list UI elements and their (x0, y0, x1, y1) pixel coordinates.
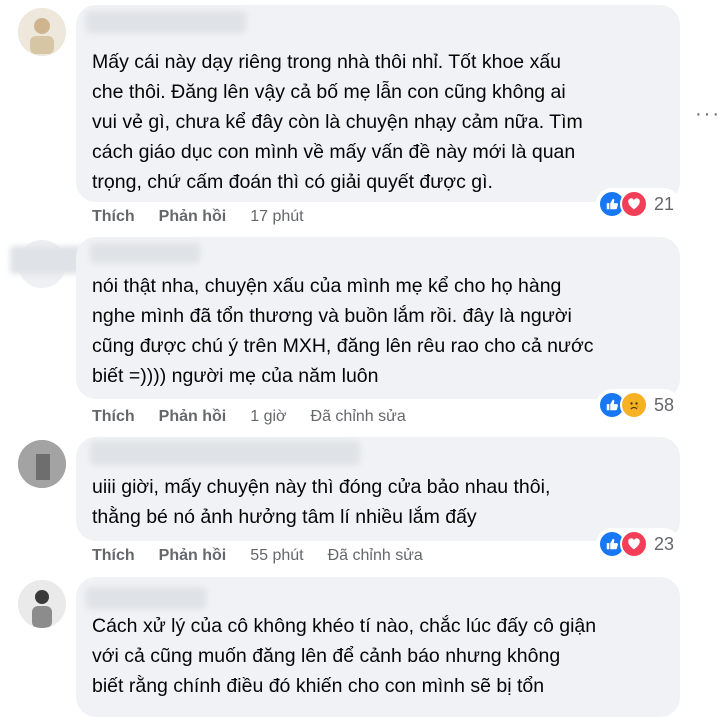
comment-text: uiii giời, mấy chuyện này thì đóng cửa b… (92, 476, 551, 528)
like-button[interactable]: Thích (92, 208, 135, 226)
edited-label: Đã chỉnh sửa (327, 547, 423, 564)
comment-actions: Thích Phản hồi 1 giờ Đã chỉnh sửa (92, 405, 430, 429)
avatar[interactable] (18, 440, 66, 488)
avatar-image (18, 440, 66, 488)
comment-bubble: nói thật nha, chuyện xấu của mình mẹ kể … (76, 237, 680, 399)
reply-button[interactable]: Phản hồi (159, 408, 227, 426)
commenter-name[interactable] (86, 11, 246, 33)
reply-button[interactable]: Phản hồi (159, 547, 227, 565)
more-options-icon[interactable]: ··· (695, 103, 718, 126)
reaction-count: 23 (654, 533, 675, 554)
comment-text: Cách xử lý của cô không khéo tí nào, chắ… (92, 615, 597, 697)
sad-icon (620, 391, 648, 419)
commenter-name[interactable] (90, 441, 360, 465)
comment-actions: Thích Phản hồi 55 phút Đã chỉnh sửa (92, 544, 447, 568)
love-icon (620, 190, 648, 218)
avatar[interactable] (18, 580, 66, 628)
edited-label: Đã chỉnh sửa (310, 408, 406, 425)
comment-actions: Thích Phản hồi 17 phút (92, 205, 328, 229)
avatar-image (18, 580, 66, 628)
comment-bubble: Mấy cái này dạy riêng trong nhà thôi nhỉ… (76, 5, 680, 202)
comment-timestamp[interactable]: 17 phút (250, 208, 303, 226)
commenter-name[interactable] (90, 243, 200, 263)
reaction-count: 58 (654, 394, 675, 415)
commenter-name[interactable] (86, 587, 206, 609)
reaction-count: 21 (654, 193, 675, 214)
reaction-summary[interactable]: 21 (596, 188, 681, 220)
comment-bubble: uiii giời, mấy chuyện này thì đóng cửa b… (76, 437, 680, 541)
comment-bubble: Cách xử lý của cô không khéo tí nào, chắ… (76, 577, 680, 717)
like-button[interactable]: Thích (92, 408, 135, 426)
comment-text: nói thật nha, chuyện xấu của mình mẹ kể … (92, 275, 594, 387)
reaction-summary[interactable]: 23 (596, 528, 681, 560)
comment-timestamp[interactable]: 55 phút (250, 547, 303, 565)
like-button[interactable]: Thích (92, 547, 135, 565)
comment-text: Mấy cái này dạy riêng trong nhà thôi nhỉ… (92, 51, 583, 193)
reply-button[interactable]: Phản hồi (159, 208, 227, 226)
comment-timestamp[interactable]: 1 giờ (250, 408, 286, 426)
avatar-image (18, 8, 66, 56)
avatar[interactable] (18, 8, 66, 56)
love-icon (620, 530, 648, 558)
reaction-summary[interactable]: 58 (596, 389, 681, 421)
